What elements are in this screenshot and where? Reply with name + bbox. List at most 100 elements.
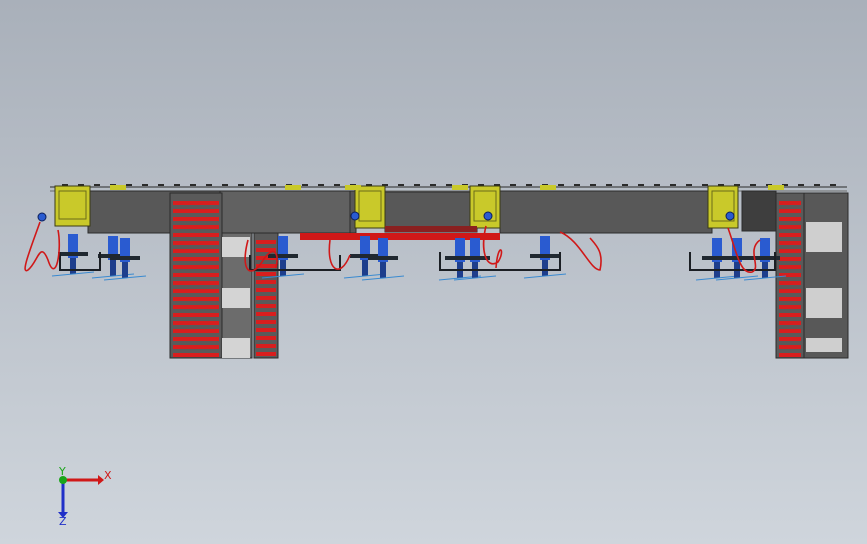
axis-triad: X Y Z (58, 465, 112, 528)
rack-slat (173, 233, 219, 237)
bracket-cap (768, 185, 784, 190)
gripper-finger (122, 262, 128, 278)
rail-tick (750, 184, 756, 186)
bracket-cap (285, 185, 301, 190)
rack-slat (779, 265, 801, 269)
rack-slat (779, 241, 801, 245)
rack-slat (173, 273, 219, 277)
rack-slat (173, 305, 219, 309)
rack-slat (779, 201, 801, 205)
rack-slat (256, 272, 276, 276)
right-column-side (803, 192, 849, 359)
gripper-finger (280, 260, 286, 276)
rack-slat (779, 313, 801, 317)
rail-tick (798, 184, 804, 186)
rack-slat (173, 201, 219, 205)
rack-slat (779, 209, 801, 213)
gantry-assembly (24, 184, 849, 359)
bracket-cap (345, 185, 361, 190)
rack-slat (256, 296, 276, 300)
carriage-plate (385, 226, 477, 232)
rack-slat (173, 337, 219, 341)
rack-slat (173, 313, 219, 317)
gripper-arm (58, 252, 88, 256)
rack-slat (256, 344, 276, 348)
cable-loop (24, 221, 61, 272)
rack-slat (173, 345, 219, 349)
gripper-arm (268, 254, 298, 258)
rail-tick (654, 184, 660, 186)
rack-slat (173, 265, 219, 269)
sensor-head (350, 211, 360, 221)
x-axis-label: X (104, 469, 112, 482)
gripper-finger (542, 260, 548, 276)
rack-slat (256, 320, 276, 324)
cad-viewport[interactable]: X Y Z (0, 0, 867, 544)
rail-tick (510, 184, 516, 186)
rail-tick (302, 184, 308, 186)
rail-tick (702, 184, 708, 186)
rack-slat (256, 352, 276, 356)
rail-tick (206, 184, 212, 186)
gripper-arm (530, 254, 560, 258)
rack-slat (779, 225, 801, 229)
rail-tick (94, 184, 100, 186)
rack-slat (779, 281, 801, 285)
gripper-arm (110, 256, 140, 260)
rack-slat (173, 249, 219, 253)
rail-tick (526, 184, 532, 186)
rack-slat (779, 321, 801, 325)
y-axis-label: Y (58, 465, 66, 478)
rail-tick (174, 184, 180, 186)
rack-slat (173, 329, 219, 333)
assembly-drawing[interactable]: X Y Z (0, 0, 867, 544)
rail-tick (558, 184, 564, 186)
rack-slat (173, 321, 219, 325)
gripper-finger (380, 262, 386, 278)
sensor-head (483, 211, 493, 221)
rack-slat (779, 233, 801, 237)
bracket-cap (452, 185, 468, 190)
z-axis-label: Z (59, 515, 67, 528)
rail-tick (830, 184, 836, 186)
rack-slat (173, 225, 219, 229)
rail-tick (622, 184, 628, 186)
rack-slat (779, 297, 801, 301)
rail-tick (430, 184, 436, 186)
rail-tick (606, 184, 612, 186)
rack-slat (173, 257, 219, 261)
rack-slat (779, 257, 801, 261)
gripper-finger (362, 260, 368, 276)
rail-tick (190, 184, 196, 186)
cable-loop (482, 225, 503, 269)
sensor-head (37, 212, 47, 222)
rack-slat (779, 305, 801, 309)
rack-slat (173, 241, 219, 245)
rail-tick (590, 184, 596, 186)
column-window (222, 288, 250, 308)
bracket-cap (110, 185, 126, 190)
rail-tick (158, 184, 164, 186)
rack-slat (173, 217, 219, 221)
rack-slat (256, 288, 276, 292)
rail-tick (574, 184, 580, 186)
rail-tick (670, 184, 676, 186)
gripper-arm (368, 256, 398, 260)
rack-slat (779, 249, 801, 253)
column-window (806, 288, 842, 318)
rack-slat (779, 345, 801, 349)
cable-loop (559, 231, 602, 271)
column-window (806, 222, 842, 252)
gripper-finger (110, 260, 116, 276)
end-block-right (741, 190, 777, 232)
rail-tick (270, 184, 276, 186)
rail-tick (638, 184, 644, 186)
rack-slat (173, 289, 219, 293)
rail-tick (414, 184, 420, 186)
rack-slat (256, 280, 276, 284)
main-beam-right (499, 190, 713, 234)
rack-slat (256, 328, 276, 332)
bracket-cap (540, 185, 556, 190)
rack-slat (173, 281, 219, 285)
rail-tick (398, 184, 404, 186)
